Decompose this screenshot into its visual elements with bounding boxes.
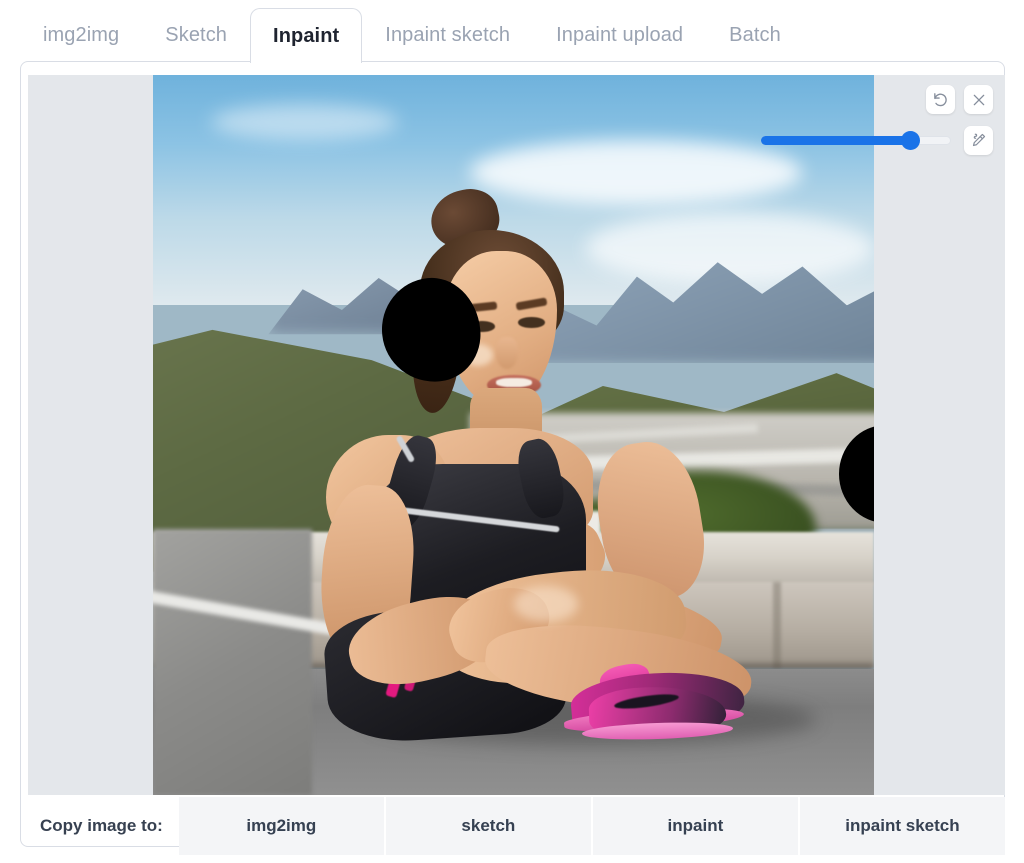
knee-highlight — [513, 586, 579, 623]
copy-to-inpaint-sketch-button[interactable]: inpaint sketch — [799, 797, 1005, 855]
tab-inpaint[interactable]: Inpaint — [250, 8, 363, 63]
undo-button[interactable] — [926, 85, 955, 114]
woman-figure — [153, 75, 874, 795]
copy-to-img2img-button[interactable]: img2img — [178, 797, 386, 855]
tab-img2img[interactable]: img2img — [20, 11, 142, 62]
tab-batch[interactable]: Batch — [706, 11, 804, 62]
teeth — [496, 378, 533, 388]
close-icon — [971, 92, 987, 108]
copy-image-label: Copy image to: — [40, 816, 163, 835]
brush-tool-group — [964, 126, 993, 155]
undo-icon — [932, 91, 949, 108]
brush-button[interactable] — [964, 126, 993, 155]
tab-sketch[interactable]: Sketch — [142, 11, 250, 62]
inpaint-app-window: img2img Sketch Inpaint Inpaint sketch In… — [0, 0, 1024, 863]
slider-fill — [761, 136, 908, 145]
brush-icon — [970, 132, 987, 149]
copy-to-inpaint-button[interactable]: inpaint — [592, 797, 800, 855]
mode-tab-bar: img2img Sketch Inpaint Inpaint sketch In… — [0, 0, 1024, 63]
canvas-tool-group — [926, 85, 993, 114]
nose — [496, 337, 518, 369]
source-image[interactable] — [153, 75, 874, 795]
slider-thumb[interactable] — [900, 131, 920, 150]
close-button[interactable] — [964, 85, 993, 114]
tab-inpaint-upload[interactable]: Inpaint upload — [533, 11, 706, 62]
copy-to-sketch-button[interactable]: sketch — [385, 797, 593, 855]
tab-inpaint-sketch[interactable]: Inpaint sketch — [362, 11, 533, 62]
inpaint-canvas[interactable] — [28, 75, 1005, 795]
brush-size-slider[interactable] — [761, 131, 951, 150]
eye — [517, 316, 546, 328]
copy-image-bar: Copy image to: img2img sketch inpaint in… — [28, 797, 1005, 855]
